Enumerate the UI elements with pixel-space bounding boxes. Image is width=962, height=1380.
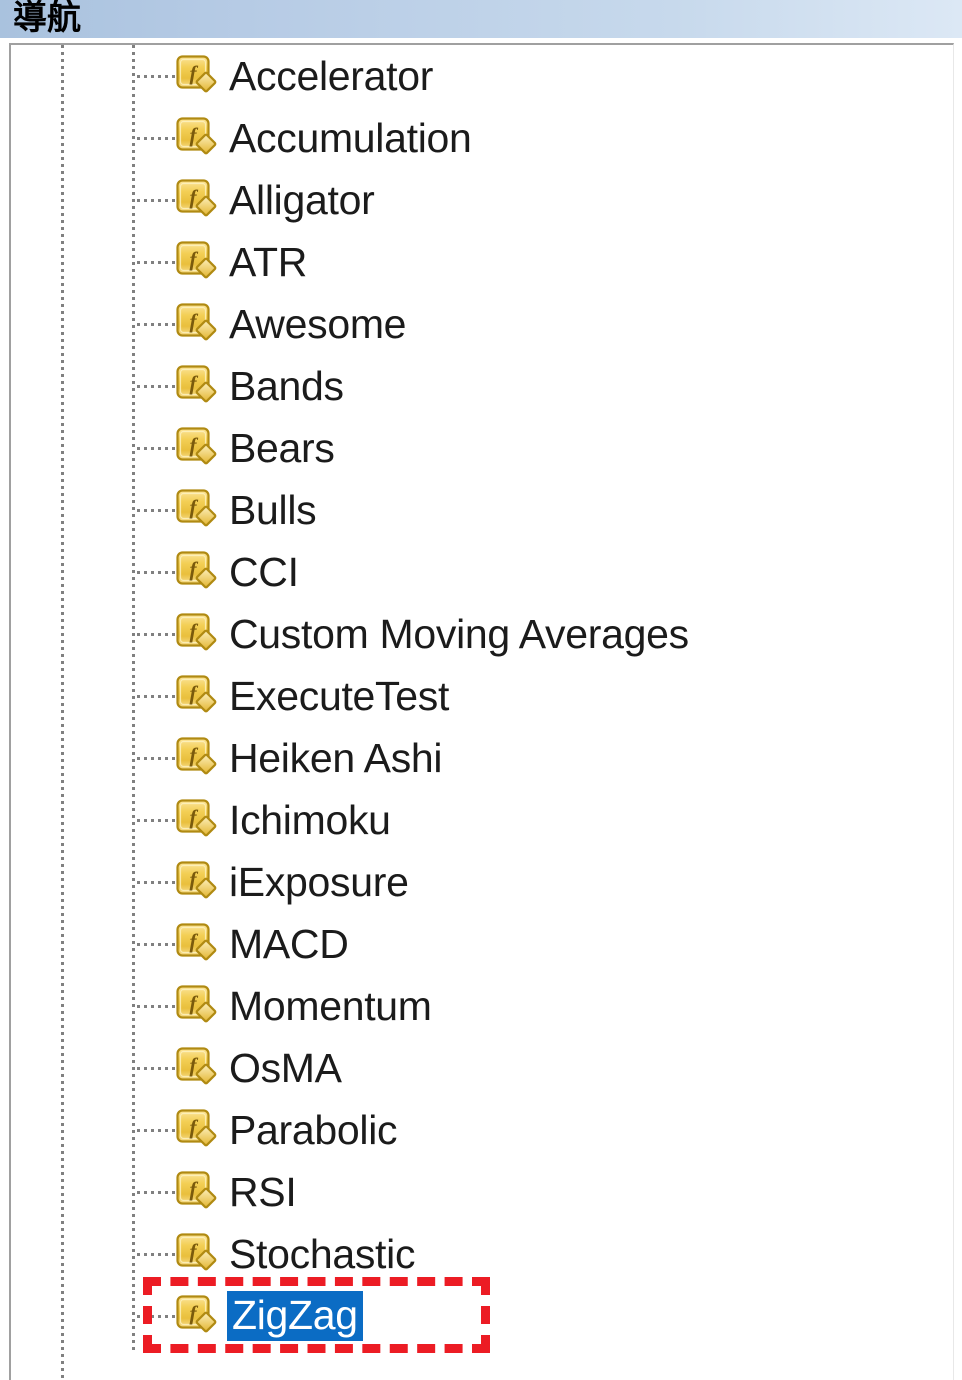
tree-connector-line bbox=[137, 881, 175, 884]
tree-item-custom-moving-averages[interactable]: f Custom Moving Averages bbox=[11, 603, 953, 665]
tree-item-label: Momentum bbox=[229, 983, 432, 1029]
fx-function-icon: f bbox=[176, 117, 218, 159]
tree-item-awesome[interactable]: f Awesome bbox=[11, 293, 953, 355]
tree-item-label: Parabolic bbox=[229, 1107, 398, 1153]
tree-item-label: Custom Moving Averages bbox=[229, 611, 689, 657]
tree-item-accelerator[interactable]: f Accelerator bbox=[11, 45, 953, 107]
tree-connector-line bbox=[137, 199, 175, 202]
fx-function-icon: f bbox=[176, 365, 218, 407]
tree-item-zigzag[interactable]: f ZigZag bbox=[11, 1285, 953, 1347]
page-title: 導航 bbox=[13, 0, 81, 37]
navigator-panel-header: 導航 bbox=[0, 0, 962, 38]
tree-connector-line bbox=[137, 509, 175, 512]
fx-function-icon: f bbox=[176, 1171, 218, 1213]
tree-item-label: MACD bbox=[229, 921, 349, 967]
tree-item-heiken-ashi[interactable]: f Heiken Ashi bbox=[11, 727, 953, 789]
tree-item-label: RSI bbox=[229, 1169, 297, 1215]
tree-connector-line bbox=[137, 1253, 175, 1256]
tree-item-cci[interactable]: f CCI bbox=[11, 541, 953, 603]
tree-item-label: ATR bbox=[229, 239, 308, 285]
tree-connector-line bbox=[137, 323, 175, 326]
fx-function-icon: f bbox=[176, 799, 218, 841]
tree-item-label: CCI bbox=[229, 549, 299, 595]
tree-connector-line bbox=[137, 757, 175, 760]
tree-item-atr[interactable]: f ATR bbox=[11, 231, 953, 293]
tree-connector-line bbox=[137, 1129, 175, 1132]
tree-item-label: iExposure bbox=[229, 859, 409, 905]
tree-item-label: ExecuteTest bbox=[229, 673, 450, 719]
tree-item-label: ZigZag bbox=[227, 1291, 363, 1341]
fx-function-icon: f bbox=[176, 675, 218, 717]
navigator-tree-panel[interactable]: f Accelerator f Accumulation f Alligator… bbox=[9, 43, 954, 1380]
tree-connector-line bbox=[137, 137, 175, 140]
tree-connector-line bbox=[137, 75, 175, 78]
tree-connector-line bbox=[137, 447, 175, 450]
tree-item-bulls[interactable]: f Bulls bbox=[11, 479, 953, 541]
tree-connector-line bbox=[137, 1315, 175, 1318]
fx-function-icon: f bbox=[176, 55, 218, 97]
tree-connector-line bbox=[137, 633, 175, 636]
tree-item-list: f Accelerator f Accumulation f Alligator… bbox=[11, 45, 953, 1347]
tree-item-stochastic[interactable]: f Stochastic bbox=[11, 1223, 953, 1285]
fx-function-icon: f bbox=[176, 613, 218, 655]
fx-function-icon: f bbox=[176, 1047, 218, 1089]
fx-function-icon: f bbox=[176, 303, 218, 345]
fx-function-icon: f bbox=[176, 427, 218, 469]
tree-item-label: Stochastic bbox=[229, 1231, 416, 1277]
tree-connector-line bbox=[137, 571, 175, 574]
fx-function-icon: f bbox=[176, 985, 218, 1027]
fx-function-icon: f bbox=[176, 551, 218, 593]
tree-item-label: Bands bbox=[229, 363, 344, 409]
tree-item-label: Bulls bbox=[229, 487, 317, 533]
tree-connector-line bbox=[137, 1005, 175, 1008]
fx-function-icon: f bbox=[176, 241, 218, 283]
tree-connector-line bbox=[137, 261, 175, 264]
tree-item-bands[interactable]: f Bands bbox=[11, 355, 953, 417]
tree-item-macd[interactable]: f MACD bbox=[11, 913, 953, 975]
fx-function-icon: f bbox=[176, 489, 218, 531]
tree-connector-line bbox=[137, 1191, 175, 1194]
tree-item-label: Bears bbox=[229, 425, 335, 471]
tree-item-iexposure[interactable]: f iExposure bbox=[11, 851, 953, 913]
tree-connector-line bbox=[137, 695, 175, 698]
fx-function-icon: f bbox=[176, 1109, 218, 1151]
tree-item-label: Accumulation bbox=[229, 115, 472, 161]
tree-item-alligator[interactable]: f Alligator bbox=[11, 169, 953, 231]
fx-function-icon: f bbox=[176, 737, 218, 779]
tree-connector-line bbox=[137, 943, 175, 946]
fx-function-icon: f bbox=[176, 1295, 218, 1337]
tree-item-ichimoku[interactable]: f Ichimoku bbox=[11, 789, 953, 851]
tree-item-accumulation[interactable]: f Accumulation bbox=[11, 107, 953, 169]
tree-item-label: Ichimoku bbox=[229, 797, 391, 843]
tree-item-bears[interactable]: f Bears bbox=[11, 417, 953, 479]
fx-function-icon: f bbox=[176, 861, 218, 903]
fx-function-icon: f bbox=[176, 923, 218, 965]
tree-item-label: Accelerator bbox=[229, 53, 434, 99]
fx-function-icon: f bbox=[176, 179, 218, 221]
tree-item-momentum[interactable]: f Momentum bbox=[11, 975, 953, 1037]
tree-item-label: Alligator bbox=[229, 177, 375, 223]
tree-item-osma[interactable]: f OsMA bbox=[11, 1037, 953, 1099]
tree-item-label: OsMA bbox=[229, 1045, 342, 1091]
tree-connector-line bbox=[137, 385, 175, 388]
tree-item-label: Awesome bbox=[229, 301, 407, 347]
fx-function-icon: f bbox=[176, 1233, 218, 1275]
tree-item-label: Heiken Ashi bbox=[229, 735, 443, 781]
tree-connector-line bbox=[137, 1067, 175, 1070]
tree-item-parabolic[interactable]: f Parabolic bbox=[11, 1099, 953, 1161]
tree-item-executetest[interactable]: f ExecuteTest bbox=[11, 665, 953, 727]
tree-connector-line bbox=[137, 819, 175, 822]
tree-item-rsi[interactable]: f RSI bbox=[11, 1161, 953, 1223]
